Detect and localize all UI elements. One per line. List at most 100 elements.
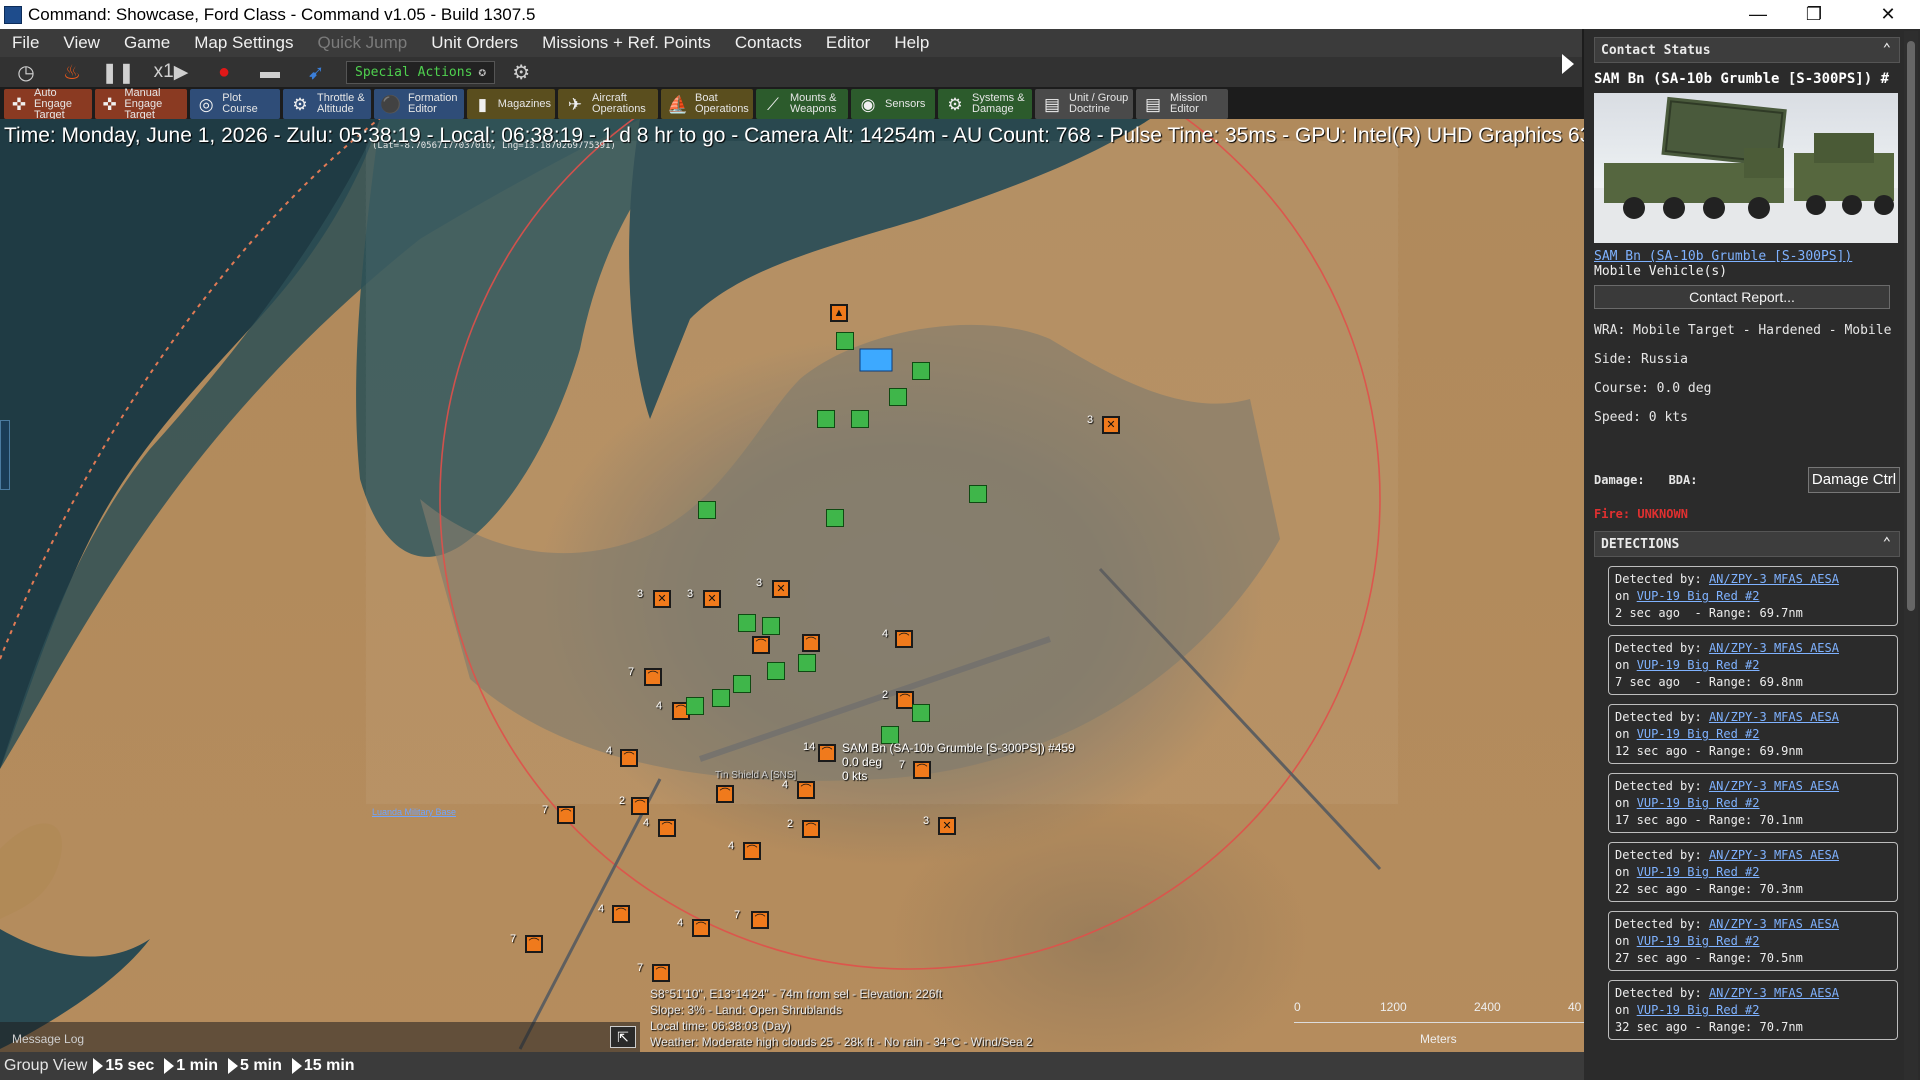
left-panel-handle[interactable] xyxy=(0,420,10,490)
hostile-unit-icon[interactable]: ⌒ xyxy=(743,842,761,860)
fire-icon[interactable]: ♨ xyxy=(52,59,92,85)
special-actions-button[interactable]: Special Actions ✪ xyxy=(346,60,496,84)
menu-unit-orders[interactable]: Unit Orders xyxy=(419,29,530,57)
minimize-button[interactable]: — xyxy=(1730,0,1786,29)
hostile-unit-icon[interactable]: ⌒ xyxy=(752,636,770,654)
hostile-unit-icon[interactable]: ✕ xyxy=(772,580,790,598)
expand-log-icon[interactable]: ⇱ xyxy=(610,1026,636,1048)
platform-link[interactable]: VUP-19 Big Red #2 xyxy=(1637,727,1760,741)
menu-editor[interactable]: Editor xyxy=(814,29,882,57)
sensor-link[interactable]: AN/ZPY-3 MFAS AESA xyxy=(1709,986,1839,1000)
close-button[interactable]: ✕ xyxy=(1860,0,1916,29)
hostile-unit-icon[interactable]: ✕ xyxy=(653,590,671,608)
toolbar-button-11[interactable]: ▤ Unit / Group Doctrine xyxy=(1035,89,1133,119)
contact-class-link[interactable]: SAM Bn (SA-10b Grumble [S-300PS]) xyxy=(1594,249,1900,264)
sensor-link[interactable]: AN/ZPY-3 MFAS AESA xyxy=(1709,848,1839,862)
menu-game[interactable]: Game xyxy=(112,29,182,57)
sensor-link[interactable]: AN/ZPY-3 MFAS AESA xyxy=(1709,917,1839,931)
pause-icon[interactable]: ❚❚ xyxy=(98,59,138,85)
platform-link[interactable]: VUP-19 Big Red #2 xyxy=(1637,865,1760,879)
hostile-unit-icon[interactable]: ⌒ xyxy=(797,781,815,799)
restore-button[interactable]: ❐ xyxy=(1786,0,1842,29)
hostile-unit-icon[interactable]: ⌒ xyxy=(557,806,575,824)
sensor-link[interactable]: AN/ZPY-3 MFAS AESA xyxy=(1709,572,1839,586)
time-compression-button[interactable]: x1 ▶ xyxy=(144,59,198,85)
step-15-min[interactable]: 15 min xyxy=(291,1057,355,1075)
flight-deck-icon[interactable]: ▬ xyxy=(250,59,290,85)
hostile-unit-icon[interactable]: ✕ xyxy=(1102,416,1120,434)
step-1-min[interactable]: 1 min xyxy=(164,1057,218,1075)
contact-report-button[interactable]: Contact Report... xyxy=(1594,285,1890,309)
tactical-map[interactable]: (Lat=-8.70567177037016, Lng=13.187026977… xyxy=(0,119,1584,1061)
platform-link[interactable]: VUP-19 Big Red #2 xyxy=(1637,1003,1760,1017)
toolbar-button-8[interactable]: ⟋ Mounts & Weapons xyxy=(756,89,848,119)
hostile-unit-icon[interactable]: ⌒ xyxy=(802,820,820,838)
hostile-unit-icon[interactable]: ⌒ xyxy=(525,935,543,953)
facility-icon[interactable] xyxy=(762,617,780,635)
toolbar-button-6[interactable]: ✈ Aircraft Operations xyxy=(558,89,658,119)
facility-icon[interactable] xyxy=(698,501,716,519)
collapse-panel-arrow-icon[interactable] xyxy=(1562,54,1574,74)
toolbar-button-10[interactable]: ⚙ Systems & Damage xyxy=(938,89,1032,119)
menu-help[interactable]: Help xyxy=(882,29,941,57)
toolbar-button-7[interactable]: ⛵ Boat Operations xyxy=(661,89,753,119)
hostile-unit-icon[interactable]: ⌒ xyxy=(692,919,710,937)
gear-icon[interactable]: ⚙ xyxy=(501,59,541,85)
toolbar-button-12[interactable]: ▤ Mission Editor xyxy=(1136,89,1228,119)
toolbar-button-1[interactable]: ✜ Manual Engage Target xyxy=(95,87,187,120)
menu-missions[interactable]: Missions + Ref. Points xyxy=(530,29,723,57)
selected-sam-icon[interactable]: ⌒ xyxy=(818,744,836,762)
menu-quick-jump[interactable]: Quick Jump xyxy=(305,29,419,57)
hostile-unit-icon[interactable]: ⌒ xyxy=(652,964,670,982)
hostile-unit-icon[interactable]: ⌒ xyxy=(802,634,820,652)
contact-status-header[interactable]: Contact Status ⌃ xyxy=(1594,37,1900,63)
facility-icon[interactable] xyxy=(826,509,844,527)
platform-link[interactable]: VUP-19 Big Red #2 xyxy=(1637,589,1760,603)
toolbar-button-3[interactable]: ⚙ Throttle & Altitude xyxy=(283,89,371,119)
scrollbar-thumb[interactable] xyxy=(1907,41,1915,611)
facility-icon[interactable] xyxy=(817,410,835,428)
facility-icon[interactable] xyxy=(767,662,785,680)
panel-scrollbar[interactable] xyxy=(1904,31,1918,1080)
platform-link[interactable]: VUP-19 Big Red #2 xyxy=(1637,658,1760,672)
hostile-unit-icon[interactable]: ✕ xyxy=(703,590,721,608)
facility-icon[interactable] xyxy=(912,362,930,380)
pointer-icon[interactable]: ➹ xyxy=(296,59,336,85)
facility-icon[interactable] xyxy=(798,654,816,672)
facility-icon[interactable] xyxy=(889,388,907,406)
facility-icon[interactable] xyxy=(969,485,987,503)
hostile-unit-icon[interactable]: ⌒ xyxy=(620,749,638,767)
facility-icon[interactable] xyxy=(712,689,730,707)
facility-icon[interactable] xyxy=(851,410,869,428)
collapse-icon[interactable]: ⌃ xyxy=(1883,41,1891,57)
platform-link[interactable]: VUP-19 Big Red #2 xyxy=(1637,934,1760,948)
menu-file[interactable]: File xyxy=(0,29,51,57)
damage-control-button[interactable]: Damage Ctrl xyxy=(1808,467,1900,493)
facility-icon[interactable] xyxy=(912,704,930,722)
step-5-min[interactable]: 5 min xyxy=(228,1057,282,1075)
menu-map-settings[interactable]: Map Settings xyxy=(182,29,305,57)
facility-icon[interactable] xyxy=(733,675,751,693)
map-base-label[interactable]: Luanda Military Base xyxy=(372,807,456,817)
sensor-link[interactable]: AN/ZPY-3 MFAS AESA xyxy=(1709,641,1839,655)
record-icon[interactable]: ● xyxy=(204,59,244,85)
menu-contacts[interactable]: Contacts xyxy=(723,29,814,57)
toolbar-button-5[interactable]: ▮ Magazines xyxy=(467,89,555,119)
toolbar-button-4[interactable]: ⚫ Formation Editor xyxy=(374,89,464,119)
sensor-link[interactable]: AN/ZPY-3 MFAS AESA xyxy=(1709,779,1839,793)
clock-icon[interactable]: ◷ xyxy=(6,59,46,85)
group-view-label[interactable]: Group View xyxy=(0,1057,87,1075)
facility-icon[interactable] xyxy=(686,697,704,715)
sensor-link[interactable]: AN/ZPY-3 MFAS AESA xyxy=(1709,710,1839,724)
facility-icon[interactable] xyxy=(836,332,854,350)
platform-link[interactable]: VUP-19 Big Red #2 xyxy=(1637,796,1760,810)
toolbar-button-0[interactable]: ✜ Auto Engage Target xyxy=(4,87,92,120)
detections-header[interactable]: DETECTIONS ⌃ xyxy=(1594,531,1900,557)
hostile-unit-icon[interactable]: ⌒ xyxy=(716,785,734,803)
friendly-carrier-icon[interactable] xyxy=(859,348,893,372)
hostile-unit-icon[interactable]: ⌒ xyxy=(895,630,913,648)
hostile-unit-icon[interactable]: ▲ xyxy=(830,304,848,322)
menu-view[interactable]: View xyxy=(51,29,112,57)
step-15-sec[interactable]: 15 sec xyxy=(93,1057,154,1075)
hostile-unit-icon[interactable]: ⌒ xyxy=(751,911,769,929)
